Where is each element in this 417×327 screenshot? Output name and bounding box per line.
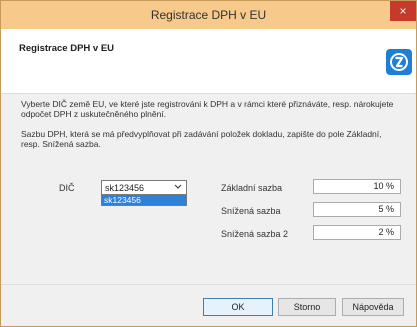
reduced-rate-label: Snížená sazba: [221, 206, 281, 216]
intro-text: Vyberte DIČ země EU, ve které jste regis…: [21, 99, 394, 119]
window-title: Registrace DPH v EU: [150, 8, 267, 22]
close-icon: ×: [399, 4, 407, 18]
ok-button[interactable]: OK: [203, 298, 273, 316]
help-button[interactable]: Nápověda: [342, 298, 404, 316]
base-rate-label: Základní sazba: [221, 183, 283, 193]
dic-dropdown-list[interactable]: sk123456: [101, 195, 187, 206]
base-rate-input[interactable]: 10 %: [313, 179, 401, 194]
dic-select-value: sk123456: [105, 183, 145, 193]
content-area: Vyberte DIČ země EU, ve které jste regis…: [1, 94, 416, 284]
title-bar[interactable]: Registrace DPH v EU ×: [1, 1, 416, 29]
dic-select[interactable]: sk123456: [101, 180, 187, 195]
page-title: Registrace DPH v EU: [19, 43, 115, 54]
chevron-down-icon[interactable]: [174, 182, 182, 192]
reduced-rate-input[interactable]: 5 %: [313, 202, 401, 217]
button-bar: OK Storno Nápověda: [1, 284, 416, 327]
reduced-rate-2-input[interactable]: 2 %: [313, 225, 401, 240]
dic-option[interactable]: sk123456: [102, 195, 186, 205]
app-logo-icon: [386, 49, 412, 75]
cancel-button[interactable]: Storno: [278, 298, 336, 316]
reduced-rate-2-label: Snížená sazba 2: [221, 229, 289, 239]
rate-hint-text: Sazbu DPH, která se má předvyplňovat při…: [21, 129, 382, 149]
close-button[interactable]: ×: [390, 1, 416, 21]
dic-label: DIČ: [59, 183, 75, 193]
wizard-header: Registrace DPH v EU: [1, 29, 416, 94]
dialog-window: Registrace DPH v EU × Registrace DPH v E…: [0, 0, 417, 327]
